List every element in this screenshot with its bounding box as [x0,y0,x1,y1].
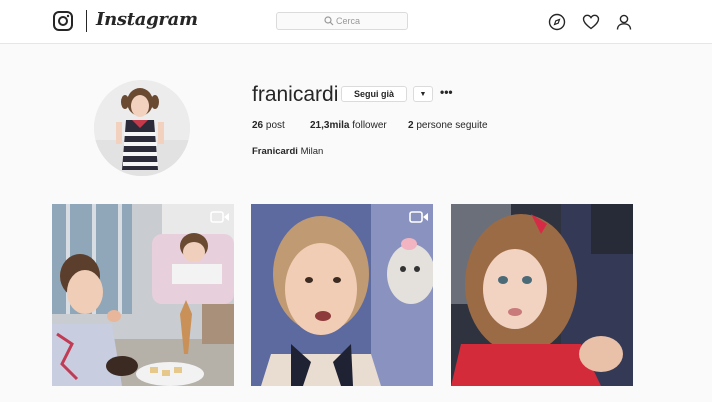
user-icon[interactable] [615,13,633,31]
following-link[interactable]: 2 persone seguite [408,120,488,131]
instagram-wordmark[interactable]: Instagram [96,9,198,30]
search-icon [324,16,334,26]
followers-label: follower [352,120,387,131]
posts-count-label: post [265,120,285,131]
search-placeholder: Cerca [335,16,360,26]
more-options-icon[interactable]: ••• [440,85,453,99]
avatar-image [94,80,190,176]
video-camera-icon [210,211,229,223]
posts-count-value: 26 [252,120,264,131]
post-image [251,204,433,386]
profile-stats: 26 post 21,3mila follower 2 persone seguit… [252,120,488,131]
profile-avatar[interactable] [94,80,190,176]
follow-options-dropdown[interactable]: ▼ [413,86,433,102]
following-label: persone seguite [416,120,488,131]
followers-count-value: 21,3mila [310,120,350,131]
post-thumbnail[interactable] [451,204,633,386]
following-count-value: 2 [408,120,414,131]
posts-count: 26 post [252,120,310,131]
followers-link[interactable]: 21,3mila follower [310,120,408,131]
bio-name: Franicardi [252,146,298,157]
compass-icon[interactable] [548,13,566,31]
top-navigation-bar: Instagram Cerca [0,0,712,44]
instagram-logo-icon[interactable] [53,11,73,31]
video-camera-icon [409,211,428,223]
heart-icon[interactable] [582,13,600,31]
search-input[interactable]: Cerca [276,12,408,30]
bio-text: Milan [300,146,324,157]
chevron-down-icon: ▼ [419,91,427,98]
following-button[interactable]: Segui già [341,86,407,102]
post-image [451,204,633,386]
profile-username: franicardi [252,83,339,106]
profile-bio: Franicardi Milan [252,146,323,157]
post-image [52,204,234,386]
logo-divider [86,10,87,32]
post-thumbnail[interactable] [251,204,433,386]
post-thumbnail[interactable] [52,204,234,386]
